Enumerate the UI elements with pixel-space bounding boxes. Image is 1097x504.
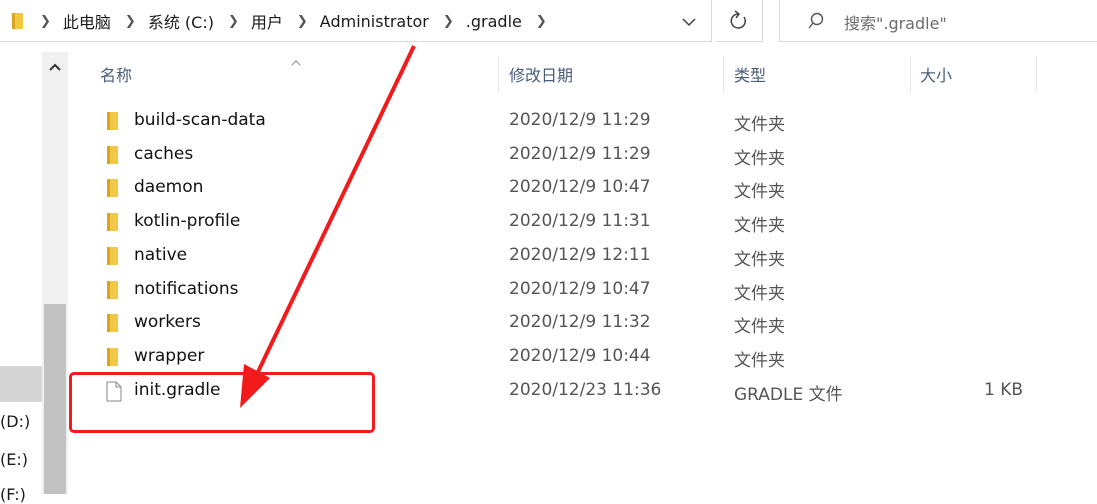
nav-selected-item[interactable] — [0, 366, 42, 402]
breadcrumb-item[interactable]: ❯ 用户 — [228, 9, 297, 33]
address-bar[interactable]: ❯ 此电脑 ❯ 系统 (C:) ❯ 用户 ❯ Administrator ❯ .gradl… — [0, 0, 712, 42]
breadcrumb-label: Administrator — [319, 11, 429, 31]
file-name: caches — [134, 144, 194, 164]
file-name: kotlin-profile — [134, 211, 241, 231]
chevron-right-icon[interactable]: ❯ — [536, 14, 547, 29]
folder-icon — [106, 246, 120, 271]
breadcrumb-item[interactable]: ❯ .gradle ❯ — [443, 12, 559, 31]
search-placeholder: 搜索".gradle" — [844, 14, 947, 33]
column-headers: 名称 修改日期 类型 大小 — [68, 52, 1097, 96]
column-header-modified[interactable]: 修改日期 — [509, 52, 573, 96]
refresh-icon — [730, 10, 746, 29]
scrollbar-thumb[interactable] — [44, 304, 66, 494]
column-divider[interactable] — [723, 56, 724, 92]
breadcrumb-label: .gradle — [465, 11, 522, 31]
column-divider[interactable] — [910, 56, 911, 92]
file-row-caches[interactable]: caches 2020/12/9 11:29 文件夹 — [68, 139, 1097, 172]
file-modified: 2020/12/9 11:29 — [509, 110, 651, 130]
file-name: notifications — [134, 279, 239, 299]
file-modified: 2020/12/9 10:47 — [509, 177, 651, 197]
file-modified: 2020/12/9 12:11 — [509, 245, 651, 265]
file-row-notifications[interactable]: notifications 2020/12/9 10:47 文件夹 — [68, 274, 1097, 307]
file-row-native[interactable]: native 2020/12/9 12:11 文件夹 — [68, 240, 1097, 273]
file-row-build-scan-data[interactable]: build-scan-data 2020/12/9 11:29 文件夹 — [68, 105, 1097, 138]
file-row-kotlin-profile[interactable]: kotlin-profile 2020/12/9 11:31 文件夹 — [68, 206, 1097, 239]
breadcrumb-label: 此电脑 — [62, 13, 111, 32]
breadcrumb-label: 用户 — [250, 13, 283, 32]
scroll-up-icon[interactable] — [47, 58, 63, 77]
file-type: GRADLE 文件 — [734, 385, 843, 405]
file-type: 文件夹 — [734, 115, 785, 135]
chevron-right-icon: ❯ — [296, 13, 308, 29]
file-modified: 2020/12/9 10:47 — [509, 279, 651, 299]
file-type: 文件夹 — [734, 284, 785, 304]
breadcrumb-item[interactable]: ❯ 系统 (C:) — [125, 9, 228, 33]
file-modified: 2020/12/9 11:29 — [509, 144, 651, 164]
file-size: 1 KB — [984, 380, 1024, 400]
top-bar: ❯ 此电脑 ❯ 系统 (C:) ❯ 用户 ❯ Administrator ❯ .gradl… — [0, 0, 1097, 44]
column-header-type[interactable]: 类型 — [734, 52, 766, 96]
breadcrumb-item[interactable]: ❯ 此电脑 — [40, 9, 125, 33]
folder-icon — [106, 313, 120, 338]
chevron-right-icon: ❯ — [124, 13, 136, 29]
file-type: 文件夹 — [734, 250, 785, 270]
file-type: 文件夹 — [734, 351, 785, 371]
file-row-wrapper[interactable]: wrapper 2020/12/9 10:44 文件夹 — [68, 341, 1097, 374]
file-name: workers — [134, 312, 201, 332]
search-box[interactable]: 搜索".gradle" — [779, 0, 1097, 42]
search-icon — [806, 11, 826, 35]
column-divider[interactable] — [498, 56, 499, 92]
file-modified: 2020/12/9 11:31 — [509, 211, 651, 231]
folder-icon — [106, 280, 120, 305]
refresh-button[interactable] — [716, 0, 763, 42]
column-header-name[interactable]: 名称 — [100, 52, 132, 96]
file-name: wrapper — [134, 346, 205, 366]
column-header-size[interactable]: 大小 — [920, 52, 952, 96]
file-type: 文件夹 — [734, 317, 785, 337]
folder-icon — [106, 178, 120, 203]
sort-ascending-icon — [290, 51, 302, 70]
annotation-highlight-box — [69, 372, 375, 433]
breadcrumb-item[interactable]: ❯ Administrator — [297, 12, 443, 31]
nav-scrollbar[interactable] — [42, 52, 68, 494]
file-modified: 2020/12/23 11:36 — [509, 380, 662, 400]
breadcrumb: ❯ 此电脑 ❯ 系统 (C:) ❯ 用户 ❯ Administrator ❯ .gradl… — [40, 0, 559, 42]
file-type: 文件夹 — [734, 149, 785, 169]
column-divider[interactable] — [1036, 56, 1037, 92]
folder-icon — [106, 347, 120, 372]
file-name: native — [134, 245, 188, 265]
chevron-right-icon: ❯ — [442, 13, 454, 29]
file-modified: 2020/12/9 10:44 — [509, 346, 651, 366]
nav-drive-e[interactable]: (E:) — [0, 450, 28, 469]
folder-icon — [106, 212, 120, 237]
nav-drive-d[interactable]: (D:) — [0, 412, 30, 431]
file-name: daemon — [134, 177, 204, 197]
breadcrumb-label: 系统 (C:) — [147, 13, 214, 32]
file-row-workers[interactable]: workers 2020/12/9 11:32 文件夹 — [68, 307, 1097, 340]
file-type: 文件夹 — [734, 216, 785, 236]
folder-icon — [106, 145, 120, 170]
file-type: 文件夹 — [734, 182, 785, 202]
folder-icon — [11, 12, 25, 34]
chevron-right-icon: ❯ — [227, 13, 239, 29]
chevron-right-icon: ❯ — [40, 13, 51, 29]
file-row-daemon[interactable]: daemon 2020/12/9 10:47 文件夹 — [68, 172, 1097, 205]
file-name: build-scan-data — [134, 110, 266, 130]
nav-drive-f[interactable]: (F:) — [0, 485, 26, 504]
folder-icon — [106, 111, 120, 136]
chevron-down-icon[interactable] — [678, 12, 700, 32]
file-modified: 2020/12/9 11:32 — [509, 312, 651, 332]
